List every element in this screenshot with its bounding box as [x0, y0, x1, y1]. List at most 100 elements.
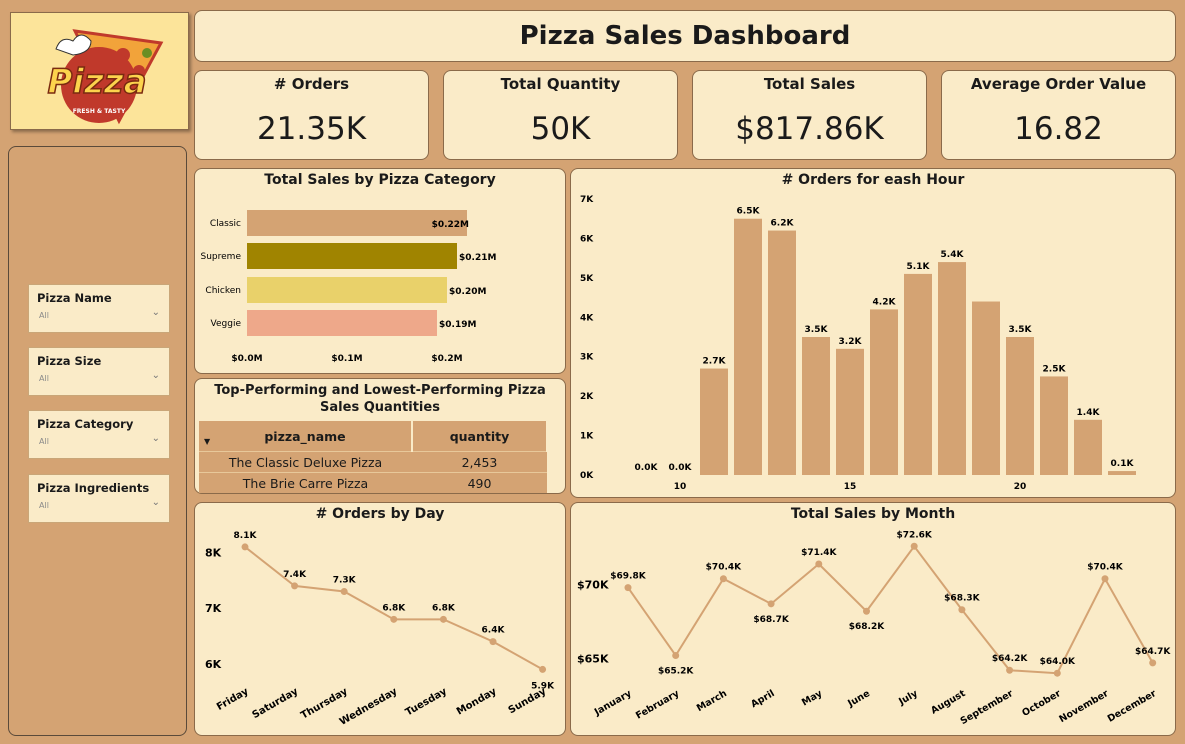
data-label: 6.5K: [737, 207, 761, 217]
y-tick-label: 7K: [580, 195, 594, 205]
chevron-down-icon[interactable]: ⌄: [152, 370, 160, 381]
hour-bar: [802, 337, 830, 475]
chart-title: Total Sales by Pizza Category: [264, 172, 496, 188]
table-row[interactable]: The Brie Carre Pizza 490: [199, 472, 547, 493]
x-tick-label: $0.2M: [431, 354, 462, 364]
table-cell: 2,453: [412, 451, 547, 473]
hour-bar: [1074, 419, 1102, 475]
x-tick-label: 15: [844, 482, 857, 492]
data-label: $68.7K: [753, 615, 789, 625]
pizza-logo: Pizza FRESH & TASTY: [47, 29, 164, 125]
x-tick-label: January: [592, 688, 634, 719]
table-cell: The Brie Carre Pizza: [199, 472, 412, 493]
slicer-label: Pizza Name: [37, 291, 112, 305]
chart-title: # Orders by Day: [315, 506, 445, 522]
data-label: 6.8K: [382, 603, 406, 613]
data-label: $64.2K: [992, 654, 1028, 664]
chevron-down-icon[interactable]: ⌄: [152, 433, 160, 444]
data-label: 5.4K: [941, 250, 965, 260]
slicer-pizza-size[interactable]: Pizza Size All ⌄: [28, 347, 170, 396]
y-tick-label: 5K: [580, 274, 594, 284]
table-cell: 490: [412, 472, 547, 493]
category-label: Veggie: [211, 319, 242, 329]
category-bar: [247, 277, 447, 303]
chevron-down-icon[interactable]: ⌄: [152, 307, 160, 318]
month-point: [1053, 669, 1061, 677]
chevron-down-icon[interactable]: ⌄: [152, 497, 160, 508]
column-header-label: quantity: [449, 428, 510, 444]
slicer-value[interactable]: All: [39, 501, 49, 510]
kpi-orders: # Orders 21.35K: [194, 70, 429, 160]
slicer-value[interactable]: All: [39, 374, 49, 383]
category-chart-card: Total Sales by Pizza Category Classic $0.…: [194, 168, 566, 374]
data-label: 0.1K: [1111, 459, 1135, 469]
day-point: [439, 615, 447, 623]
day-chart-card: # Orders by Day 6K 7K 8K 8.1K Friday 7.4K Satu…: [194, 502, 566, 736]
x-tick-label: October: [1020, 688, 1063, 719]
data-label: $65.2K: [658, 666, 694, 676]
day-point: [489, 638, 497, 646]
category-label: Chicken: [205, 286, 241, 296]
sort-desc-icon[interactable]: ▼: [204, 437, 210, 446]
data-label: 6.4K: [482, 626, 506, 636]
month-point: [1101, 575, 1109, 583]
slicer-value[interactable]: All: [39, 437, 49, 446]
data-label: $71.4K: [801, 548, 837, 558]
y-tick-label: 6K: [580, 234, 594, 244]
month-chart: $65K $70K$69.8K January $65.2K February $70.4…: [577, 530, 1171, 727]
x-tick-label: May: [800, 688, 825, 709]
data-label: $0.22M: [432, 220, 469, 230]
category-bar: [247, 310, 437, 336]
slicer-pizza-name[interactable]: Pizza Name All ⌄: [28, 284, 170, 333]
day-point: [241, 543, 249, 551]
slicer-value[interactable]: All: [39, 311, 49, 320]
month-point: [1149, 659, 1157, 667]
x-tick-label: $0.0M: [231, 354, 262, 364]
y-tick-label: 7K: [205, 602, 222, 615]
data-label: $70.4K: [1087, 563, 1123, 573]
kpi-total-quantity: Total Quantity 50K: [443, 70, 678, 160]
data-label: $68.2K: [849, 622, 885, 632]
data-label: 3.5K: [1009, 325, 1033, 335]
x-tick-label: Saturday: [251, 686, 301, 721]
data-label: 3.5K: [805, 325, 829, 335]
x-tick-label: Sunday: [507, 686, 549, 717]
column-header-label: pizza_name: [264, 428, 346, 444]
data-label: 7.4K: [283, 570, 307, 580]
x-tick-label: April: [749, 688, 776, 710]
category-label: Classic: [210, 219, 241, 229]
hour-bar: [1040, 376, 1068, 475]
logo-text: Pizza: [47, 62, 146, 102]
kpi-value: 21.35K: [256, 111, 367, 147]
month-point: [863, 607, 870, 615]
logo-tagline: FRESH & TASTY: [73, 108, 126, 115]
kpi-average-order-value: Average Order Value 16.82: [941, 70, 1176, 160]
hour-chart: 0K 1K 2K 3K 4K 5K 6K 7K 0.0K 0.0K 2.7K 6.5K 6.2K 3.5K…: [580, 195, 1136, 492]
data-label: $69.8K: [610, 572, 646, 582]
data-label: $0.19M: [439, 320, 476, 330]
data-label: 7.3K: [333, 575, 357, 585]
day-point: [340, 587, 348, 595]
slicer-label: Pizza Size: [37, 354, 102, 368]
data-label: 1.4K: [1077, 408, 1101, 418]
hour-bar: [734, 218, 762, 475]
column-header-quantity[interactable]: quantity: [412, 421, 548, 452]
data-label: 8.1K: [234, 531, 258, 541]
slicer-pizza-ingredients[interactable]: Pizza Ingredients All ⌄: [28, 474, 170, 523]
pizza-table: ▼ pizza_name quantity The Classic Deluxe…: [199, 421, 548, 493]
x-tick-label: Monday: [455, 686, 499, 718]
hour-bar: [972, 301, 1000, 475]
data-label: $0.20M: [449, 287, 486, 297]
slicer-pizza-category[interactable]: Pizza Category All ⌄: [28, 410, 170, 459]
month-chart-card: Total Sales by Month $65K $70K $69.8K Janua…: [570, 502, 1176, 736]
slicer-label: Pizza Category: [37, 417, 134, 431]
table-row[interactable]: The Classic Deluxe Pizza 2,453: [199, 451, 547, 473]
hour-bar: [1108, 471, 1136, 475]
x-tick-label: December: [1106, 688, 1159, 725]
column-header-pizza-name[interactable]: ▼ pizza_name: [199, 421, 413, 452]
top-bottom-table-card: Top-Performing and Lowest-Performing Piz…: [194, 378, 566, 494]
month-point: [624, 584, 632, 592]
kpi-value: 50K: [530, 111, 591, 147]
data-label: 2.5K: [1043, 364, 1067, 374]
kpi-label: Total Quantity: [500, 75, 621, 93]
